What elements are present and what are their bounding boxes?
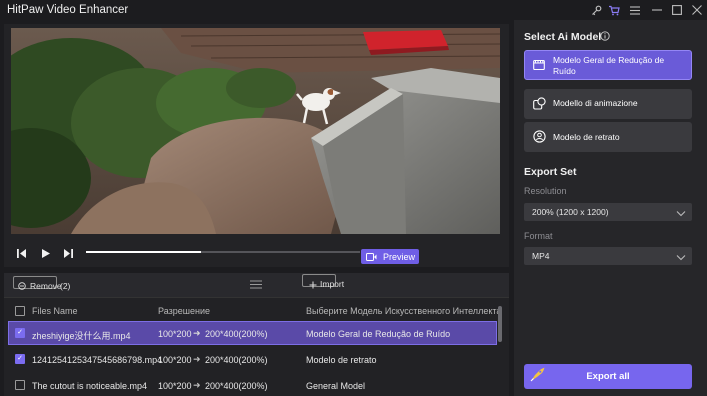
row-checkbox[interactable]: ✓ [15,328,25,338]
preview-label: Preview [382,251,415,262]
app-title: HitPaw Video Enhancer [7,4,129,16]
format-label: Format [524,231,553,241]
cart-icon[interactable] [607,3,621,17]
progress-fill [86,251,202,253]
export-set-title: Export Set [524,166,577,178]
close-icon[interactable] [690,3,704,17]
row-checkbox[interactable]: ✓ [15,354,25,364]
column-header-files-name: Files Name [32,306,78,316]
list-scrollbar[interactable] [498,306,502,342]
info-icon[interactable] [600,31,610,41]
arrow-right-icon: ➜ [193,328,201,338]
portrait-icon [533,130,546,143]
minimize-icon[interactable] [650,3,664,17]
chevron-down-icon [676,252,686,261]
model-label: Modelo de retrato [553,132,620,142]
arrow-right-icon: ➜ [193,354,201,364]
target-resolution: 200*400(200%) [205,381,268,391]
source-resolution: 100*200 [158,355,192,365]
model-label: Modelo Geral de Redução de Ruído [553,55,665,76]
previous-frame-icon[interactable] [14,246,28,260]
key-icon[interactable] [589,3,603,17]
target-resolution: 200*400(200%) [205,329,268,339]
select-all-checkbox[interactable] [15,306,25,316]
play-icon[interactable] [38,246,52,260]
file-name: The cutout is noticeable.mp4 [32,381,148,391]
arrow-right-icon: ➜ [193,380,201,390]
source-resolution: 100*200 [158,381,192,391]
row-model[interactable]: General Model [306,381,365,391]
row-checkbox[interactable] [15,380,25,390]
resolution-label: Resolution [524,186,567,196]
animation-icon [533,97,546,110]
target-resolution: 200*400(200%) [205,355,268,365]
column-header-resolution: Разрешение [158,306,210,316]
source-resolution: 100*200 [158,329,192,339]
plus-icon [309,280,317,289]
chevron-down-icon [676,208,686,217]
resolution-value: 200% (1200 x 1200) [532,207,609,217]
row-model[interactable]: Modelo de retrato [306,355,377,365]
menu-icon[interactable] [628,3,642,17]
video-preview-image [11,28,500,234]
export-all-label: Export all [586,371,630,382]
file-name: zheshiyige没什么用.mp4 [32,331,131,341]
format-value: MP4 [532,251,550,261]
select-model-title: Select Ai Model [524,31,602,43]
remove-count: (2) [60,281,71,291]
model-label: Modello di animazione [553,98,638,108]
column-header-ai-model: Выберите Модель Искусственного Интеллект… [306,306,502,316]
minus-circle-icon [18,281,26,290]
import-label: Import [320,279,345,289]
remove-label: Remove [30,281,62,291]
preview-button[interactable]: Preview [361,249,419,264]
layers-icon[interactable] [249,279,263,291]
video-camera-icon [365,252,377,261]
maximize-icon[interactable] [670,3,684,17]
next-frame-icon[interactable] [61,246,75,260]
row-model[interactable]: Modelo Geral de Redução de Ruído [306,329,450,339]
film-icon [533,59,545,71]
file-name: 124125412534754568679​8.mp4 [32,355,163,365]
